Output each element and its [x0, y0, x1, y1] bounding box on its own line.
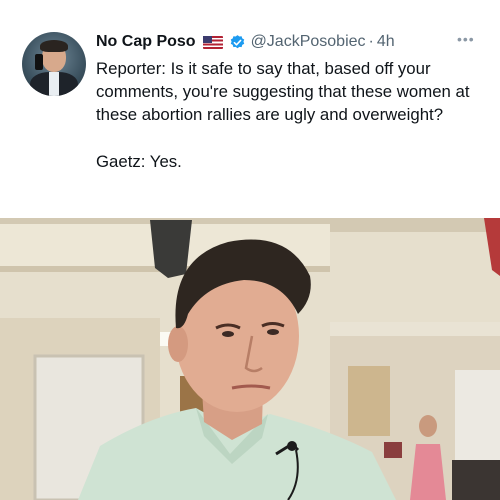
display-name[interactable]: No Cap Poso [96, 33, 196, 51]
user-handle[interactable]: @JackPosobiec [251, 33, 366, 51]
us-flag-icon [202, 35, 223, 49]
interview-photo [0, 218, 500, 500]
tweet-card: No Cap Poso @JackPosobiec · 4h ••• Repor… [0, 0, 500, 218]
avatar[interactable] [22, 32, 86, 96]
tweet-text: Reporter: Is it safe to say that, based … [96, 57, 491, 173]
more-horizontal-icon[interactable]: ••• [457, 32, 477, 48]
avatar-phone [35, 54, 43, 70]
tweet-media-image[interactable] [0, 218, 500, 500]
tweet-header: No Cap Poso @JackPosobiec · 4h [96, 32, 395, 52]
tweet-text-answer: Gaetz: Yes. [96, 151, 182, 171]
timestamp[interactable]: 4h [377, 33, 395, 51]
tweet-text-question: Reporter: Is it safe to say that, based … [96, 59, 470, 125]
avatar-hair [40, 40, 68, 52]
separator-dot: · [368, 33, 374, 50]
verified-badge-icon [230, 34, 244, 48]
avatar-shirt [49, 72, 59, 96]
